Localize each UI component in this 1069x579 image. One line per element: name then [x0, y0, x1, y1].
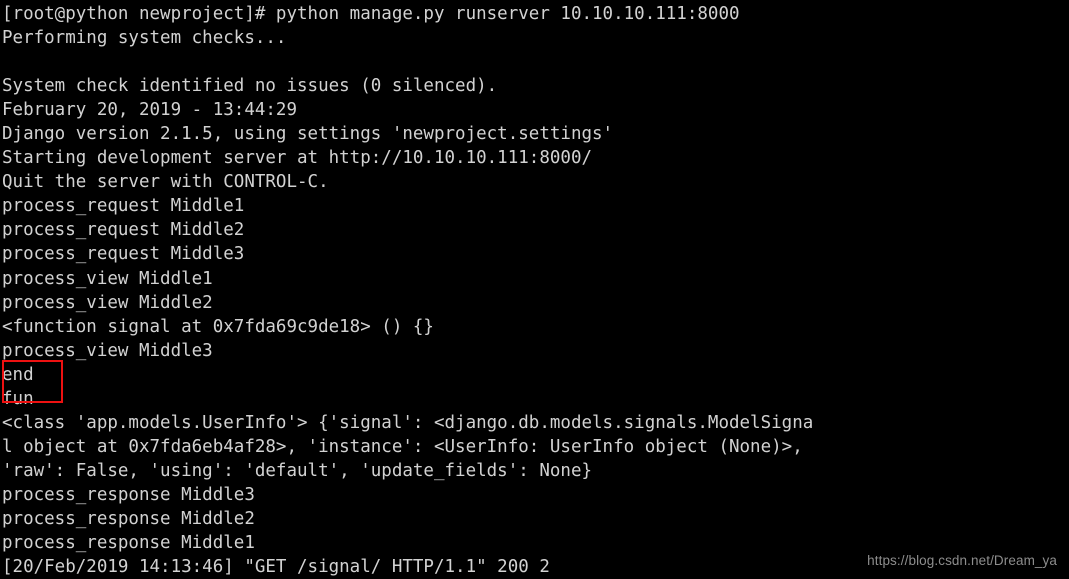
terminal-window[interactable]: [root@python newproject]# python manage.…: [0, 0, 1069, 577]
terminal-line: process_view Middle2: [2, 292, 213, 313]
terminal-line: end: [2, 364, 34, 385]
terminal-line: Quit the server with CONTROL-C.: [2, 172, 329, 193]
terminal-line: process_response Middle3: [2, 484, 255, 505]
terminal-line: Django version 2.1.5, using settings 'ne…: [2, 124, 614, 145]
watermark-text: https://blog.csdn.net/Dream_ya: [867, 553, 1057, 568]
terminal-line: fun: [2, 388, 34, 409]
terminal-line: <function signal at 0x7fda69c9de18> () {…: [2, 316, 434, 337]
terminal-line: Starting development server at http://10…: [2, 148, 593, 169]
terminal-line: process_response Middle1: [2, 533, 255, 554]
terminal-line: process_request Middle1: [2, 196, 245, 217]
terminal-line: February 20, 2019 - 13:44:29: [2, 100, 298, 121]
terminal-line: <class 'app.models.UserInfo'> {'signal':…: [2, 412, 814, 433]
terminal-line: Performing system checks...: [2, 28, 287, 49]
terminal-line: process_response Middle2: [2, 508, 255, 529]
terminal-line: 'raw': False, 'using': 'default', 'updat…: [2, 460, 593, 481]
terminal-line: process_view Middle3: [2, 340, 213, 361]
console-output: [root@python newproject]# python manage.…: [2, 2, 1069, 579]
terminal-line: process_request Middle3: [2, 244, 245, 265]
terminal-line: process_request Middle2: [2, 220, 245, 241]
terminal-line: [root@python newproject]# python manage.…: [2, 4, 740, 24]
terminal-line: l object at 0x7fda6eb4af28>, 'instance':…: [2, 436, 803, 457]
terminal-line: System check identified no issues (0 sil…: [2, 76, 498, 97]
terminal-line: process_view Middle1: [2, 268, 213, 289]
